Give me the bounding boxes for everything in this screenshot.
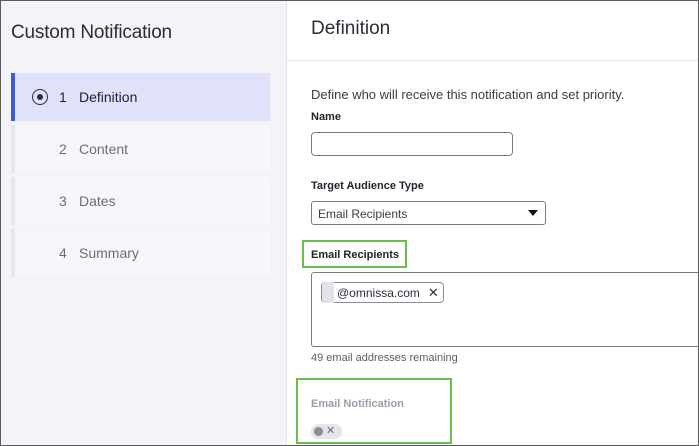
recipient-chip: @omnissa.com ✕: [321, 282, 444, 303]
audience-type-value: Email Recipients: [318, 207, 408, 221]
email-recipients-field[interactable]: @omnissa.com ✕: [311, 272, 698, 347]
caret-down-icon: [528, 210, 538, 216]
email-recipients-label: Email Recipients: [311, 249, 400, 261]
step-label: Dates: [79, 193, 116, 209]
email-notification-toggle[interactable]: ✕: [311, 424, 342, 439]
step-number: 1: [59, 89, 67, 105]
main-header: Definition: [287, 1, 698, 61]
wizard-sidebar: Custom Notification 1 Definition 2 Conte…: [1, 1, 287, 445]
step-definition[interactable]: 1 Definition: [11, 73, 270, 121]
email-notification-label: Email Notification: [311, 398, 404, 410]
description-text: Define who will receive this notificatio…: [311, 87, 625, 102]
step-number: 2: [59, 141, 67, 157]
page-title: Definition: [311, 18, 391, 39]
avatar: [322, 282, 334, 303]
recipient-chip-text: @omnissa.com: [337, 285, 420, 300]
x-icon: ✕: [326, 425, 336, 437]
audience-type-select[interactable]: Email Recipients: [311, 201, 546, 225]
close-icon[interactable]: ✕: [420, 286, 439, 299]
main-panel: Definition Define who will receive this …: [287, 1, 698, 445]
remaining-count: 49 email addresses remaining: [311, 352, 458, 364]
step-label: Summary: [79, 245, 139, 261]
app-frame: Custom Notification 1 Definition 2 Conte…: [0, 0, 699, 446]
toggle-knob: [314, 427, 323, 436]
step-dates[interactable]: 3 Dates: [11, 177, 270, 225]
step-number: 3: [59, 193, 67, 209]
sidebar-title: Custom Notification: [11, 22, 172, 43]
step-label: Content: [79, 141, 129, 157]
step-content[interactable]: 2 Content: [11, 125, 270, 173]
radio-selected-icon: [32, 89, 48, 105]
step-label: Definition: [79, 89, 138, 105]
name-label: Name: [311, 111, 341, 123]
name-input[interactable]: [311, 132, 513, 156]
step-summary[interactable]: 4 Summary: [11, 229, 270, 277]
audience-type-label: Target Audience Type: [311, 180, 424, 192]
step-number: 4: [59, 245, 67, 261]
